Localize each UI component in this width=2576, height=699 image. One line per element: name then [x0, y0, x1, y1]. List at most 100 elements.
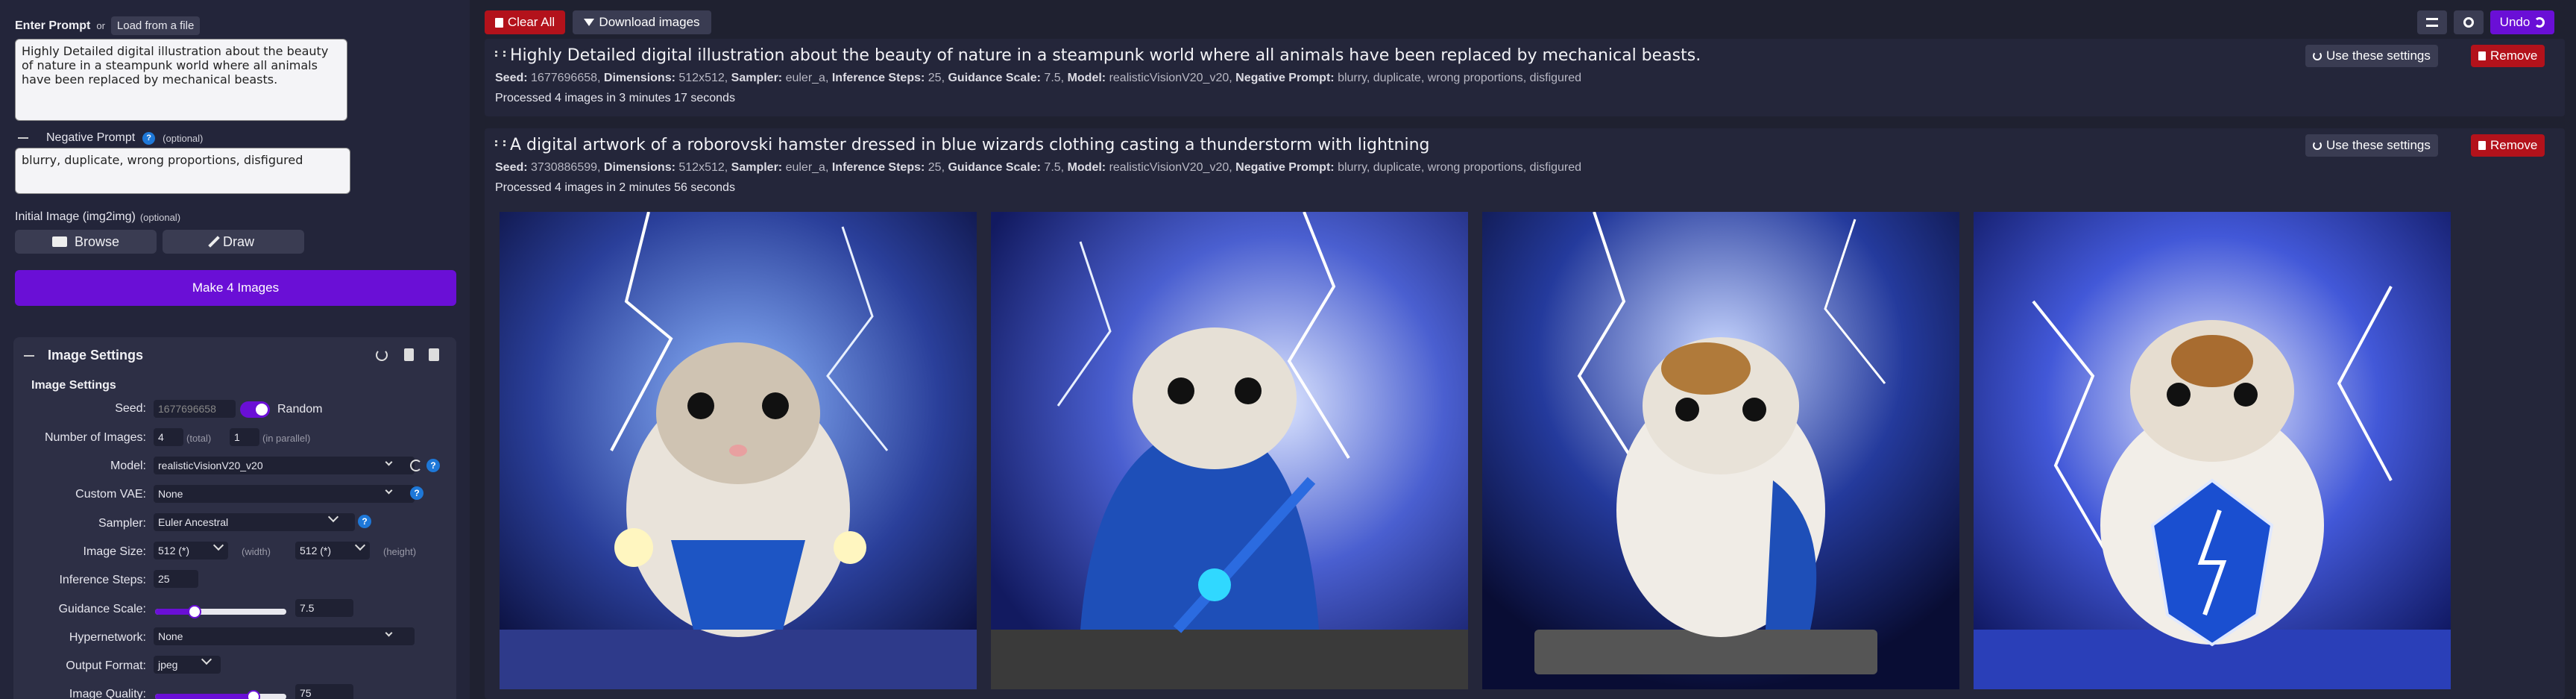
model-value: realisticVisionV20_v20	[158, 460, 263, 471]
collapse-settings-icon[interactable]	[24, 355, 34, 357]
reset-icon[interactable]	[376, 349, 388, 361]
model-select[interactable]: realisticVisionV20_v20	[154, 457, 415, 474]
remove-button[interactable]: Remove	[2471, 45, 2545, 67]
download-images-button[interactable]: Download images	[573, 10, 711, 34]
task-meta: Seed: 3730886599, Dimensions: 512x512, S…	[495, 161, 1582, 174]
task-status: Processed 4 images in 2 minutes 56 secon…	[495, 181, 735, 194]
num-images-input[interactable]: 4	[154, 428, 183, 446]
use-settings-label: Use these settings	[2326, 48, 2431, 63]
task-status: Processed 4 images in 3 minutes 17 secon…	[495, 92, 735, 104]
random-toggle[interactable]	[240, 401, 270, 418]
collapse-all-button[interactable]	[2417, 10, 2447, 34]
drag-handle-icon[interactable]	[495, 51, 506, 58]
search-icon	[2463, 17, 2474, 28]
num-total-hint: (total)	[186, 433, 212, 444]
guidance-label: Guidance Scale:	[58, 603, 146, 615]
load-from-file-button[interactable]: Load from a file	[110, 16, 201, 35]
use-settings-button[interactable]: Use these settings	[2305, 134, 2438, 157]
seed-label: Seed:	[115, 402, 146, 415]
redo-icon	[2313, 141, 2322, 150]
parallel-hint: (in parallel)	[262, 433, 311, 444]
sampler-value: Euler Ancestral	[158, 516, 229, 528]
generated-image[interactable]	[991, 212, 1468, 689]
remove-label: Remove	[2490, 138, 2538, 152]
search-button[interactable]	[2454, 10, 2484, 34]
task-title: Highly Detailed digital illustration abo…	[510, 46, 1701, 65]
remove-label: Remove	[2490, 48, 2538, 63]
quality-label: Image Quality:	[69, 688, 146, 699]
vae-label: Custom VAE:	[75, 488, 146, 501]
model-label: Model:	[110, 460, 146, 472]
vae-select[interactable]: None	[154, 485, 415, 503]
undo-button[interactable]: Undo	[2490, 10, 2554, 34]
vae-value: None	[158, 488, 183, 500]
info-icon[interactable]: ?	[142, 131, 156, 145]
output-format-label: Output Format:	[66, 659, 146, 672]
draw-button[interactable]: Draw	[163, 230, 304, 254]
task-card: Highly Detailed digital illustration abo…	[485, 39, 2565, 116]
height-value: 512 (*)	[300, 545, 332, 557]
quality-slider[interactable]	[155, 690, 286, 699]
settings-subheader: Image Settings	[31, 379, 116, 392]
prompt-or: or	[96, 20, 105, 31]
guidance-slider[interactable]	[155, 605, 286, 618]
negative-optional-hint: (optional)	[163, 132, 204, 144]
height-hint: (height)	[383, 546, 417, 557]
results-area: Clear All Download images Undo Highly De…	[470, 0, 2576, 699]
trash-icon	[2478, 51, 2486, 60]
width-value: 512 (*)	[158, 545, 190, 557]
remove-button[interactable]: Remove	[2471, 134, 2545, 157]
browse-button[interactable]: Browse	[15, 230, 157, 254]
clear-all-label: Clear All	[507, 15, 555, 29]
browse-label: Browse	[74, 233, 120, 249]
sampler-info-icon[interactable]: ?	[358, 515, 371, 528]
steps-input[interactable]: 25	[154, 570, 198, 588]
generated-image[interactable]	[1482, 212, 1959, 689]
guidance-input[interactable]: 7.5	[295, 599, 353, 617]
output-format-value: jpeg	[158, 659, 178, 671]
sampler-label: Sampler:	[98, 517, 146, 530]
redo-icon	[2313, 51, 2322, 60]
trash-icon	[2478, 141, 2486, 150]
use-settings-label: Use these settings	[2326, 138, 2431, 152]
undo-icon	[2534, 17, 2545, 28]
trash-icon	[494, 17, 503, 28]
paste-icon[interactable]	[429, 348, 439, 361]
settings-header: Image Settings	[48, 348, 144, 363]
model-info-icon[interactable]: ?	[426, 459, 440, 472]
task-title: A digital artwork of a roborovski hamste…	[510, 136, 1430, 154]
random-label: Random	[277, 403, 323, 416]
width-hint: (width)	[242, 546, 271, 557]
folder-icon	[51, 236, 67, 247]
image-size-label: Image Size:	[83, 545, 146, 558]
seed-input[interactable]: 1677696658	[154, 400, 236, 418]
hypernetwork-label: Hypernetwork:	[69, 631, 146, 644]
prompt-label: Enter Prompt	[15, 19, 91, 32]
num-images-label: Number of Images:	[44, 431, 146, 444]
sampler-select[interactable]: Euler Ancestral	[154, 513, 355, 531]
prompt-input[interactable]	[15, 39, 347, 121]
use-settings-button[interactable]: Use these settings	[2305, 45, 2438, 67]
download-icon	[584, 19, 595, 26]
image-settings-panel: Image Settings Image Settings Seed: 1677…	[13, 337, 456, 699]
drag-handle-icon[interactable]	[495, 140, 506, 148]
collapse-icon[interactable]	[18, 137, 28, 139]
vae-info-icon[interactable]: ?	[410, 486, 423, 500]
hypernetwork-select[interactable]: None	[154, 627, 415, 645]
quality-input[interactable]: 75	[295, 684, 353, 699]
make-images-button[interactable]: Make 4 Images	[15, 270, 456, 306]
hypernetwork-value: None	[158, 630, 183, 642]
refresh-icon[interactable]	[410, 460, 422, 471]
negative-prompt-input[interactable]	[15, 148, 350, 194]
collapse-all-icon	[2426, 18, 2438, 27]
draw-label: Draw	[222, 233, 254, 249]
download-label: Download images	[599, 15, 700, 29]
clipboard-icon[interactable]	[404, 348, 414, 361]
parallel-input[interactable]: 1	[230, 428, 259, 446]
steps-label: Inference Steps:	[59, 574, 146, 586]
generated-image[interactable]	[500, 212, 977, 689]
clear-all-button[interactable]: Clear All	[485, 10, 565, 34]
init-image-optional-hint: (optional)	[139, 211, 181, 223]
generated-image[interactable]	[1974, 212, 2451, 689]
pencil-icon	[208, 236, 220, 248]
